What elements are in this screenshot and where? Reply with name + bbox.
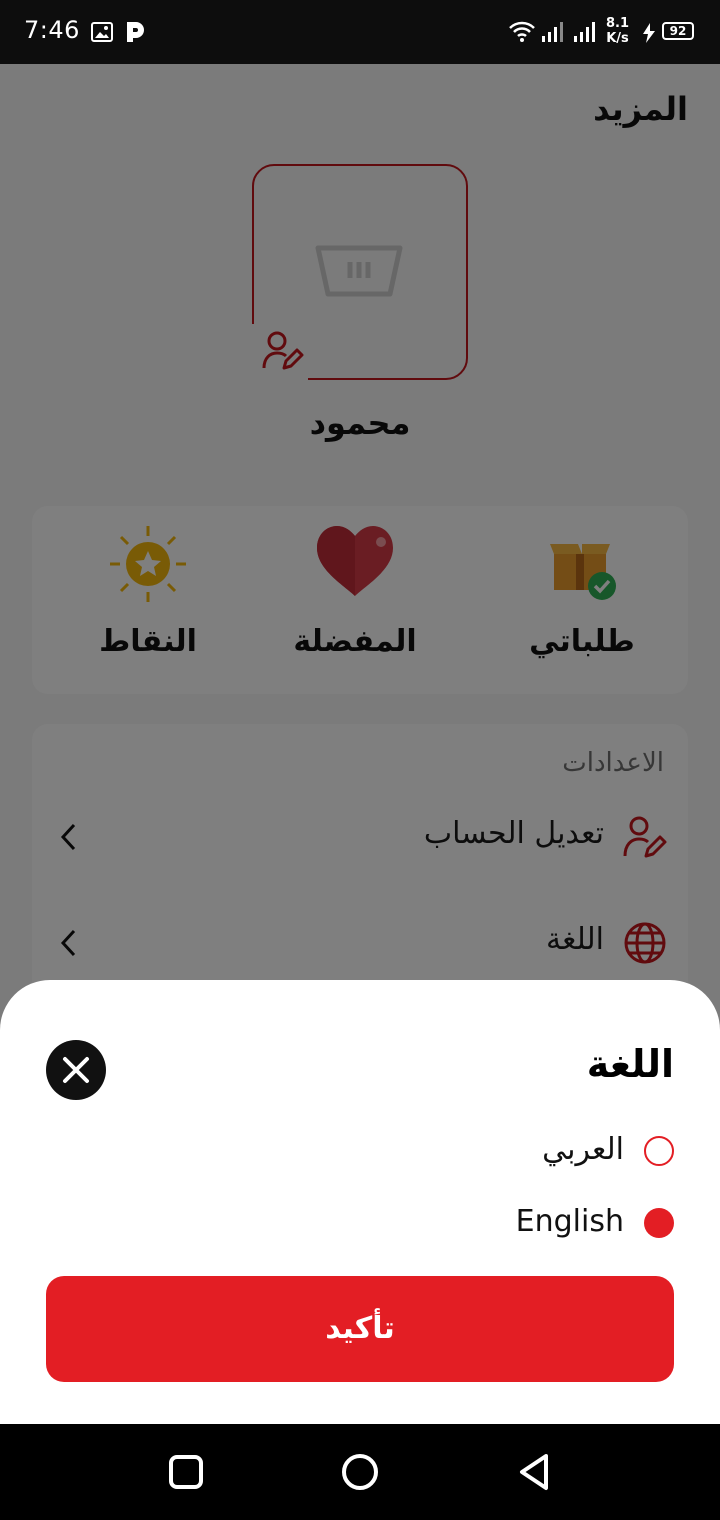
status-time: 7:46 bbox=[24, 16, 80, 44]
radio-selected[interactable] bbox=[644, 1208, 674, 1238]
network-speed: 8.1 K/s bbox=[606, 16, 629, 46]
battery-icon: 92 bbox=[662, 22, 694, 40]
language-option-label: العربي bbox=[542, 1132, 624, 1167]
status-bar: 7:46 8.1 K/s 92 bbox=[0, 0, 720, 64]
signal-icon bbox=[572, 20, 598, 48]
radio-unselected[interactable] bbox=[644, 1136, 674, 1166]
sheet-title: اللغة bbox=[586, 1042, 674, 1086]
home-icon[interactable] bbox=[336, 1448, 384, 1496]
p-app-icon bbox=[124, 20, 146, 48]
language-bottom-sheet: اللغة العربي English تأكيد bbox=[0, 980, 720, 1424]
close-icon bbox=[63, 1057, 89, 1083]
close-button[interactable] bbox=[46, 1040, 106, 1100]
confirm-button[interactable]: تأكيد bbox=[46, 1276, 674, 1382]
network-speed-value: 8.1 bbox=[606, 16, 630, 31]
signal-icon bbox=[540, 20, 566, 48]
wifi-icon bbox=[508, 20, 536, 48]
language-option-english[interactable]: English bbox=[274, 1198, 674, 1250]
back-icon[interactable] bbox=[510, 1448, 558, 1496]
recent-apps-icon[interactable] bbox=[162, 1448, 210, 1496]
charging-icon bbox=[640, 22, 658, 48]
language-option-arabic[interactable]: العربي bbox=[274, 1126, 674, 1178]
network-speed-unit: K/s bbox=[606, 31, 629, 46]
language-option-label: English bbox=[515, 1204, 624, 1239]
navigation-bar bbox=[0, 1424, 720, 1520]
image-icon bbox=[90, 20, 114, 48]
